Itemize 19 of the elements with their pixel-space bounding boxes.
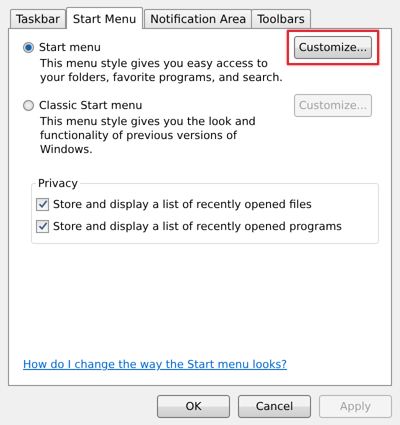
customize-button[interactable]: Customize... [294, 36, 372, 59]
checkbox-label[interactable]: Store and display a list of recently opened programs [53, 220, 342, 232]
tab[interactable]: Start Menu [66, 7, 144, 29]
checkbox[interactable] [36, 220, 49, 232]
checkbox[interactable] [36, 198, 49, 210]
tab[interactable]: Notification Area [144, 9, 252, 28]
radio-button[interactable] [23, 42, 34, 52]
tab[interactable]: Toolbars [251, 9, 311, 28]
radio-button[interactable] [23, 100, 34, 110]
help-link[interactable]: How do I change the way the Start menu looks? [23, 358, 288, 371]
tab[interactable]: Taskbar [10, 9, 66, 28]
radio-label[interactable]: Classic Start menu [39, 98, 142, 112]
checkbox-label[interactable]: Store and display a list of recently opened files [53, 198, 312, 210]
radio-label[interactable]: Start menu [39, 40, 101, 54]
dialog-button[interactable]: Cancel [238, 395, 311, 418]
dialog-button[interactable]: OK [157, 395, 230, 418]
option-description: This menu style gives you easy access to your folders, favorite programs, and search. [40, 57, 284, 85]
option-description: This menu style gives you the look and functionality of previous versions of Windows. [40, 115, 257, 157]
group-title: Privacy [37, 177, 79, 190]
